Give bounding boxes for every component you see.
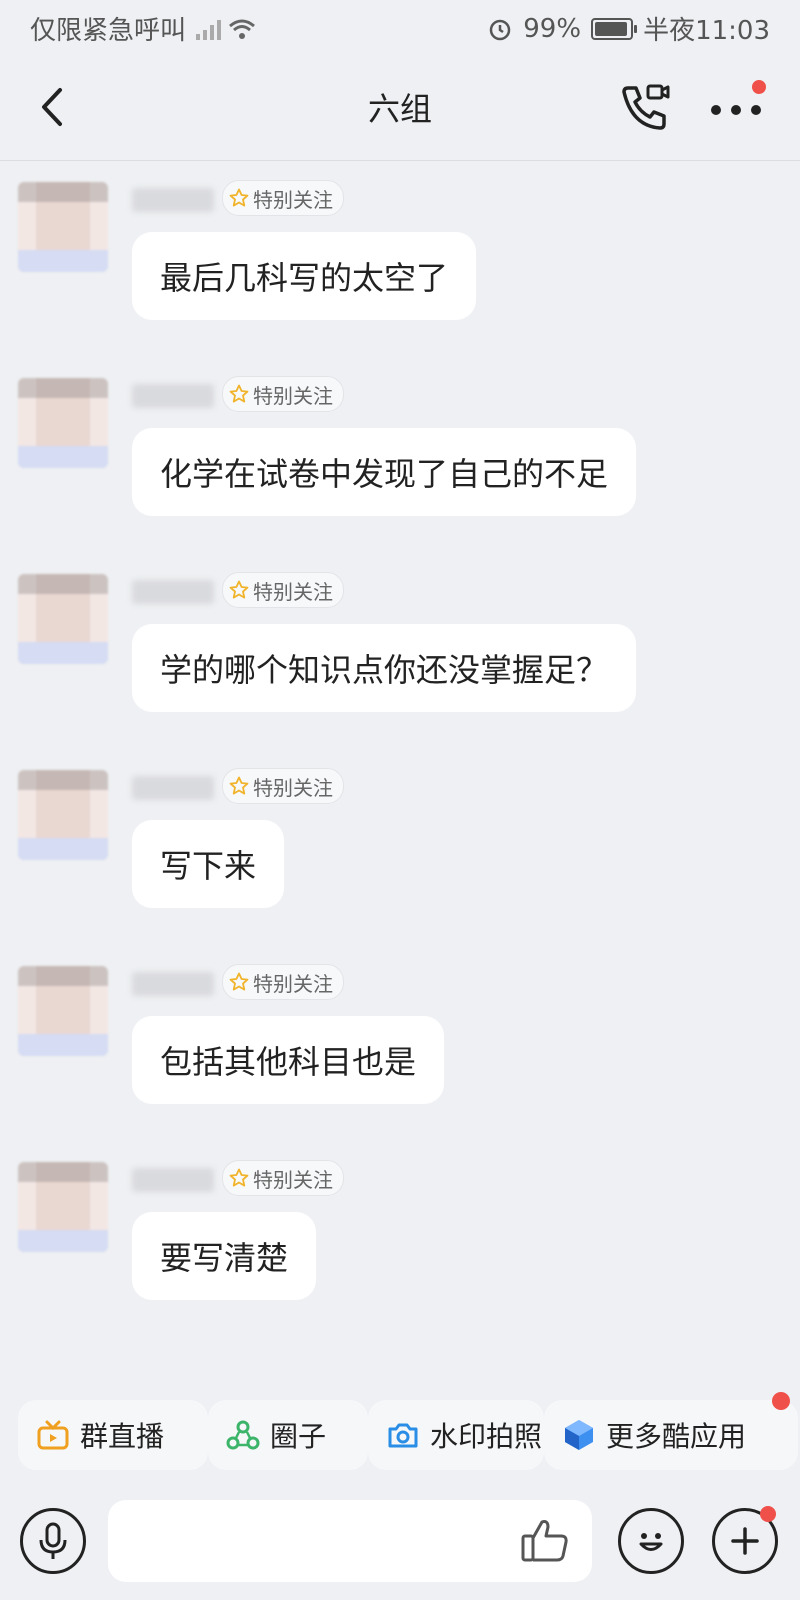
- special-follow-badge: 特别关注: [222, 964, 344, 1000]
- page-title: 六组: [367, 90, 432, 128]
- special-follow-badge: 特别关注: [222, 376, 344, 412]
- quick-app-bar: 群直播 圈子 水印拍照 更多酷应用: [0, 1392, 800, 1472]
- message-bubble[interactable]: 最后几科写的太空了: [132, 232, 477, 320]
- special-follow-badge: 特别关注: [222, 180, 344, 216]
- plus-icon: [731, 1527, 759, 1555]
- message-bubble[interactable]: 学的哪个知识点你还没掌握足？: [132, 624, 637, 712]
- status-bar: 仅限紧急呼叫 99% 半夜11:03: [0, 0, 800, 56]
- quick-app-label: 圈子: [270, 1420, 327, 1453]
- star-icon: [229, 580, 249, 599]
- call-button[interactable]: [618, 80, 672, 134]
- star-icon: [229, 1168, 249, 1187]
- avatar[interactable]: [18, 770, 108, 860]
- sender-name-blurred: [132, 580, 214, 604]
- message-bubble[interactable]: 包括其他科目也是: [132, 1016, 445, 1104]
- clock: 半夜11:03: [643, 16, 770, 46]
- battery-percent: 99%: [523, 13, 582, 44]
- avatar[interactable]: [18, 378, 108, 468]
- message-list[interactable]: 特别关注 最后几科写的太空了 特别关注 化学在试卷中发现了自己的不足 特别关注 …: [0, 160, 800, 1390]
- badge-label: 特别关注: [253, 579, 333, 604]
- avatar[interactable]: [18, 574, 108, 664]
- notification-dot: [752, 80, 766, 94]
- avatar[interactable]: [18, 1162, 108, 1252]
- sender-name-blurred: [132, 1168, 214, 1192]
- sender-name-blurred: [132, 972, 214, 996]
- avatar[interactable]: [18, 182, 108, 272]
- quick-app-live[interactable]: 群直播: [18, 1400, 208, 1470]
- quick-app-more[interactable]: 更多酷应用: [544, 1400, 798, 1470]
- special-follow-badge: 特别关注: [222, 572, 344, 608]
- star-icon: [229, 776, 249, 795]
- quick-app-watermark-camera[interactable]: 水印拍照: [368, 1400, 544, 1470]
- sender-name-blurred: [132, 776, 214, 800]
- star-icon: [229, 384, 249, 403]
- circle-group-icon: [226, 1420, 260, 1450]
- quick-app-circle[interactable]: 圈子: [208, 1400, 368, 1470]
- chat-screen: 仅限紧急呼叫 99% 半夜11:03 六组 特别关注 最后几科写的太空了 特别关…: [0, 0, 800, 1600]
- notification-dot: [772, 1392, 790, 1410]
- status-right: 99% 半夜11:03: [487, 10, 770, 47]
- badge-label: 特别关注: [253, 971, 333, 996]
- star-icon: [229, 972, 249, 991]
- message-bubble[interactable]: 要写清楚: [132, 1212, 317, 1300]
- tv-icon: [37, 1420, 69, 1450]
- quick-app-label: 更多酷应用: [606, 1420, 747, 1453]
- avatar[interactable]: [18, 966, 108, 1056]
- camera-icon: [388, 1423, 418, 1448]
- sender-name-blurred: [132, 384, 214, 408]
- wifi-icon: [229, 19, 255, 39]
- special-follow-badge: 特别关注: [222, 768, 344, 804]
- badge-label: 特别关注: [253, 1167, 333, 1192]
- input-bar: [0, 1500, 800, 1588]
- message-bubble[interactable]: 化学在试卷中发现了自己的不足: [132, 428, 637, 516]
- special-follow-badge: 特别关注: [222, 1160, 344, 1196]
- thumbs-up-icon: [521, 1520, 568, 1562]
- star-icon: [229, 188, 249, 207]
- microphone-icon: [39, 1522, 67, 1559]
- chat-header: 六组: [0, 56, 800, 161]
- phone-video-icon: [622, 84, 670, 130]
- status-left: 仅限紧急呼叫: [30, 10, 257, 47]
- cube-app-icon: [565, 1420, 593, 1450]
- notification-dot: [760, 1506, 776, 1522]
- message-bubble[interactable]: 写下来: [132, 820, 285, 908]
- more-button[interactable]: [706, 80, 766, 134]
- battery-icon: [591, 17, 638, 40]
- quick-app-label: 水印拍照: [430, 1420, 543, 1453]
- badge-label: 特别关注: [253, 187, 333, 212]
- alarm-icon: [490, 19, 511, 40]
- like-button[interactable]: [518, 1514, 572, 1568]
- badge-label: 特别关注: [253, 383, 333, 408]
- emoji-button[interactable]: [618, 1508, 684, 1574]
- carrier-text: 仅限紧急呼叫: [30, 16, 187, 46]
- voice-button[interactable]: [20, 1508, 86, 1574]
- emoji-icon: [639, 1533, 663, 1551]
- sender-name-blurred: [132, 188, 214, 212]
- badge-label: 特别关注: [253, 775, 333, 800]
- quick-app-label: 群直播: [80, 1420, 165, 1453]
- signal-icon: [196, 18, 222, 40]
